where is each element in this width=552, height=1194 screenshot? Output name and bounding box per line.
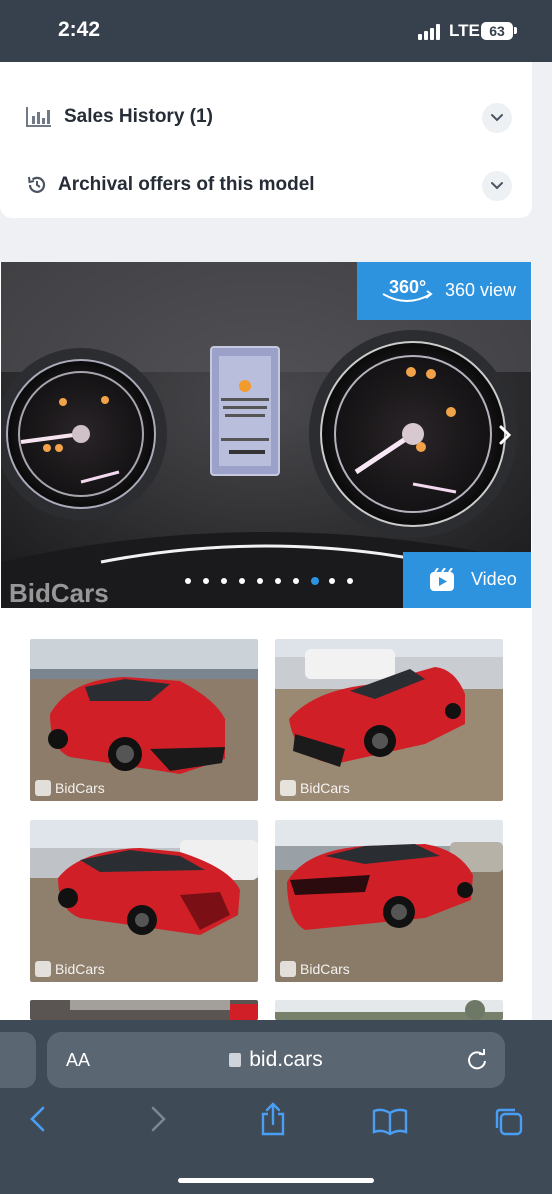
view-360-button[interactable]: 360° 360 view (357, 262, 531, 320)
archival-offers-row[interactable]: Archival offers of this model (0, 152, 532, 220)
previous-tab[interactable] (0, 1032, 36, 1088)
car-rear-damage-image (30, 820, 258, 982)
carousel-dot[interactable] (203, 578, 209, 584)
bidcars-logo-icon (35, 961, 51, 977)
car-interior-image (30, 1000, 258, 1020)
reload-icon[interactable] (466, 1049, 488, 1071)
sales-history-row[interactable]: Sales History (1) (0, 84, 532, 152)
network-type: LTE (449, 21, 480, 40)
svg-text:360°: 360° (389, 277, 426, 297)
archival-offers-expand[interactable] (482, 171, 512, 201)
photo-thumbnail[interactable]: BidCars (30, 639, 258, 801)
url-text: bid.cars (249, 1048, 323, 1071)
lock-icon (229, 1053, 242, 1067)
rotate-360-icon: 360° (382, 277, 433, 302)
photo-watermark: BidCars (35, 961, 105, 977)
battery-icon: 63 (481, 22, 513, 40)
carousel-dot[interactable] (347, 578, 353, 584)
watermark-text: BidCars (9, 578, 109, 608)
forward-icon[interactable] (148, 1106, 168, 1132)
carousel-dot[interactable] (239, 578, 245, 584)
chevron-down-icon (491, 114, 503, 122)
address-bar[interactable]: AA bid.cars (47, 1032, 505, 1088)
photo-thumbnail[interactable]: BidCars (30, 820, 258, 982)
carousel-dot[interactable] (221, 578, 227, 584)
carousel-dot[interactable] (293, 578, 299, 584)
share-icon[interactable] (259, 1102, 287, 1136)
sales-history-label: Sales History (1) (64, 106, 213, 127)
photo-thumbnail[interactable]: BidCars (275, 820, 503, 982)
url-display: bid.cars (47, 1048, 505, 1072)
photo-watermark: BidCars (280, 780, 350, 796)
photo-thumbnail[interactable] (30, 1000, 258, 1020)
video-button[interactable]: Video (403, 552, 531, 608)
tabs-icon[interactable] (493, 1106, 525, 1138)
battery-tip (514, 27, 517, 34)
carousel-dot[interactable] (329, 578, 335, 584)
signal-strength-icon (418, 24, 440, 40)
main-photo[interactable]: BidCars 360° 360 view Video (1, 262, 531, 608)
photo-thumbnail[interactable]: BidCars (275, 639, 503, 801)
sales-history-expand[interactable] (482, 103, 512, 133)
info-card: Sales History (1) Archival offers of thi… (0, 62, 532, 218)
home-indicator (178, 1178, 374, 1183)
status-bar: 2:42 LTE 63 (0, 0, 552, 62)
status-time: 2:42 (58, 18, 101, 41)
chevron-down-icon (491, 182, 503, 190)
archival-offers-label: Archival offers of this model (58, 174, 315, 195)
carousel-dot[interactable] (257, 578, 263, 584)
bidcars-logo-icon (35, 780, 51, 796)
back-icon[interactable] (28, 1106, 48, 1132)
car-exterior-image (275, 1000, 503, 1020)
chevron-right-icon[interactable] (497, 424, 513, 446)
photo-gallery: BidCars 360° 360 view Video BidCars BidC… (0, 262, 532, 1020)
browser-toolbar: AA bid.cars (0, 1020, 552, 1194)
carousel-dot[interactable] (185, 578, 191, 584)
bidcars-logo-icon (280, 780, 296, 796)
history-icon (28, 176, 46, 193)
carousel-dot[interactable] (311, 577, 319, 585)
photo-watermark: BidCars (35, 780, 105, 796)
video-label: Video (471, 569, 517, 589)
bookmarks-icon[interactable] (372, 1108, 408, 1136)
bidcars-logo-icon (280, 961, 296, 977)
video-icon (430, 568, 454, 591)
view-360-label: 360 view (445, 280, 517, 300)
photo-watermark: BidCars (280, 961, 350, 977)
carousel-dot[interactable] (275, 578, 281, 584)
car-rear-right-image (275, 820, 503, 982)
photo-thumbnail[interactable] (275, 1000, 503, 1020)
car-front-damage-image (275, 639, 503, 801)
page-content: Sales History (1) Archival offers of thi… (0, 62, 552, 1020)
bar-chart-icon (26, 107, 51, 127)
car-front-left-image (30, 639, 258, 801)
